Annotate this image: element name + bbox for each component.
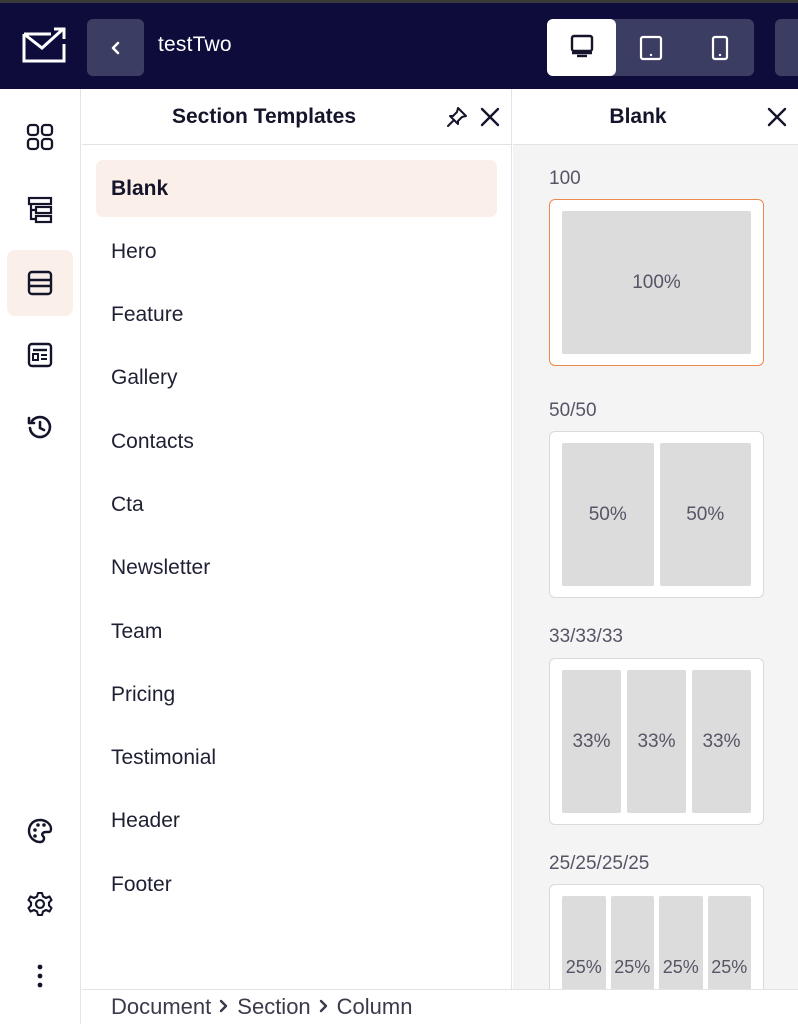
logo-mail-icon[interactable]	[21, 26, 67, 64]
palette-icon	[27, 818, 53, 844]
layout-label: 25/25/25/25	[549, 853, 650, 874]
section-templates-panel: Section Templates Blank Hero Feature Gal…	[82, 89, 512, 989]
layout-column: 50%	[562, 443, 654, 586]
blocks-grid-icon	[26, 123, 54, 151]
breadcrumb-document[interactable]: Document	[111, 994, 211, 1020]
category-item-testimonial[interactable]: Testimonial	[96, 730, 497, 787]
rail-theme-button[interactable]	[7, 798, 73, 864]
breadcrumb-section[interactable]: Section	[237, 994, 310, 1020]
tablet-view-button[interactable]	[616, 19, 685, 76]
mobile-view-button[interactable]	[685, 19, 754, 76]
rail-templates-button[interactable]	[7, 322, 73, 388]
rail-layers-button[interactable]	[7, 177, 73, 243]
rail-sections-button[interactable]	[7, 250, 73, 316]
section-templates-header: Section Templates	[82, 89, 511, 145]
breadcrumb-column[interactable]: Column	[337, 994, 413, 1020]
layout-column: 33%	[627, 670, 686, 813]
category-item-blank[interactable]: Blank	[96, 160, 497, 217]
layout-column: 33%	[692, 670, 751, 813]
category-item-footer[interactable]: Footer	[96, 856, 497, 913]
layout-column: 25%	[610, 896, 654, 989]
close-icon[interactable]	[479, 106, 501, 128]
tablet-icon	[639, 35, 662, 60]
desktop-icon	[570, 34, 593, 57]
desktop-view-button[interactable]	[547, 19, 616, 76]
top-bar: testTwo	[0, 0, 798, 89]
blank-layouts-panel: Blank 100 100% 50/50 50% 50% 33/33/33 33…	[513, 89, 798, 989]
blank-layouts-header: Blank	[513, 89, 798, 145]
layers-tree-icon	[27, 196, 53, 224]
layout-column: 25%	[659, 896, 703, 989]
category-list: Blank Hero Feature Gallery Contacts Cta …	[96, 160, 497, 920]
chevron-right-icon	[219, 997, 229, 1018]
category-item-contacts[interactable]: Contacts	[96, 413, 497, 470]
category-item-feature[interactable]: Feature	[96, 287, 497, 344]
layout-card-50-50[interactable]: 50% 50%	[549, 431, 764, 598]
templates-icon	[27, 342, 53, 368]
chevron-left-icon	[111, 41, 119, 54]
layout-column: 25%	[562, 896, 606, 989]
category-item-pricing[interactable]: Pricing	[96, 666, 497, 723]
layout-card-25-25-25-25[interactable]: 25% 25% 25% 25%	[549, 884, 764, 989]
chevron-right-icon	[319, 997, 329, 1018]
breadcrumb: Document Section Column	[82, 989, 798, 1024]
category-item-team[interactable]: Team	[96, 603, 497, 660]
layout-label: 33/33/33	[549, 626, 623, 647]
layout-column: 50%	[659, 443, 751, 586]
settings-icon	[27, 891, 53, 917]
rail-history-button[interactable]	[7, 394, 73, 460]
history-icon	[27, 415, 52, 439]
layout-column: 100%	[562, 211, 751, 354]
rail-blocks-button[interactable]	[7, 104, 73, 170]
layout-card-33-33-33[interactable]: 33% 33% 33%	[549, 658, 764, 825]
category-item-header[interactable]: Header	[96, 793, 497, 850]
category-item-hero[interactable]: Hero	[96, 223, 497, 280]
layout-column: 25%	[707, 896, 751, 989]
mobile-icon	[711, 35, 728, 60]
layout-card-100[interactable]: 100%	[549, 199, 764, 366]
rail-more-button[interactable]	[7, 943, 73, 1009]
pin-icon[interactable]	[446, 106, 468, 128]
sections-icon	[27, 270, 53, 296]
category-item-newsletter[interactable]: Newsletter	[96, 540, 497, 597]
layout-label: 100	[549, 168, 581, 189]
layout-label: 50/50	[549, 400, 597, 421]
left-rail	[0, 89, 81, 1024]
category-item-gallery[interactable]: Gallery	[96, 350, 497, 407]
back-button[interactable]	[87, 19, 144, 76]
device-switcher	[547, 19, 754, 76]
close-icon[interactable]	[766, 106, 788, 128]
rail-settings-button[interactable]	[7, 871, 73, 937]
layout-column: 33%	[562, 670, 621, 813]
preview-title: Blank	[609, 105, 667, 128]
category-item-cta[interactable]: Cta	[96, 476, 497, 533]
topbar-more-button[interactable]	[775, 19, 798, 76]
panel-title: Section Templates	[172, 105, 356, 128]
document-title: testTwo	[158, 33, 232, 56]
more-vertical-icon	[37, 964, 43, 988]
